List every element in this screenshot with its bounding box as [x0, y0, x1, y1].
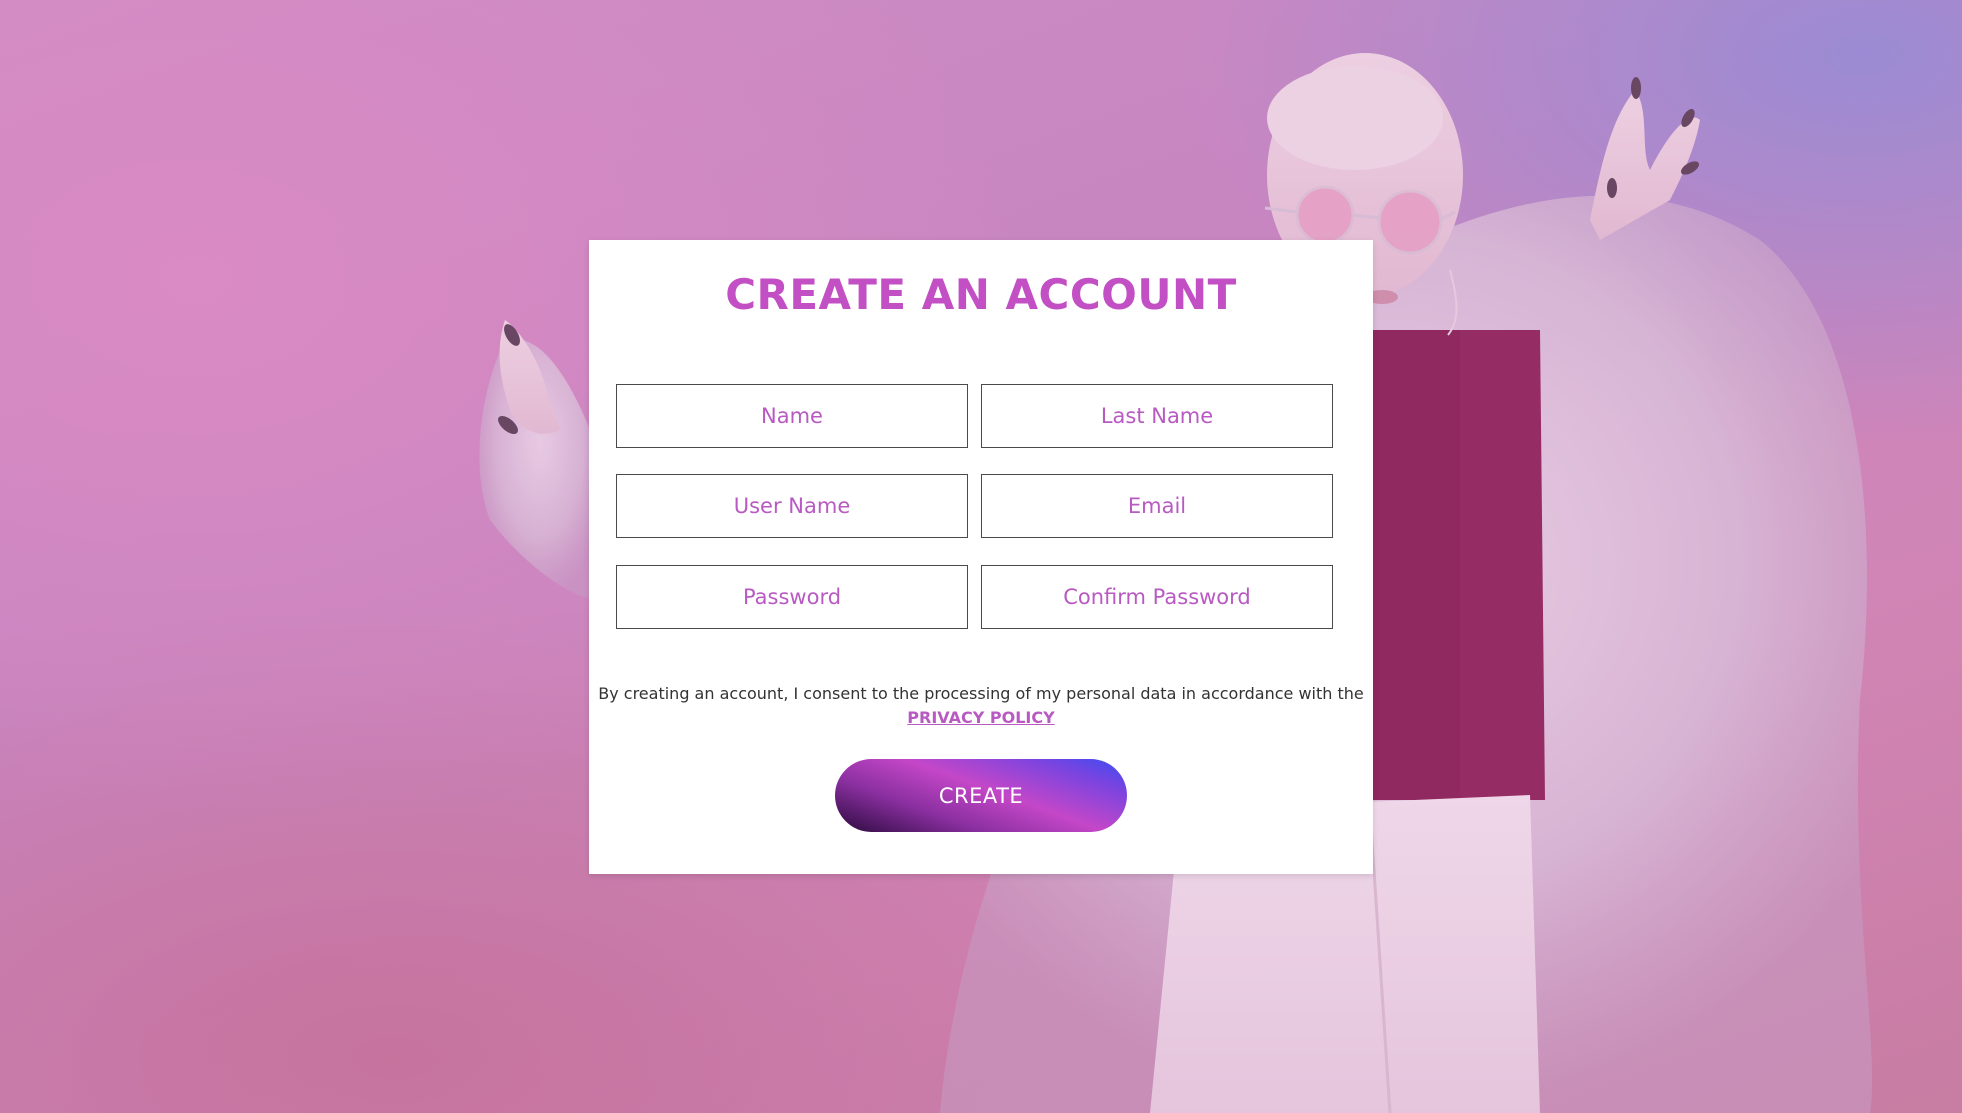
- name-input[interactable]: [616, 384, 968, 448]
- page-title: CREATE AN ACCOUNT: [725, 270, 1237, 319]
- consent-text: By creating an account, I consent to the…: [598, 684, 1364, 703]
- password-input[interactable]: [616, 565, 968, 629]
- user-name-input[interactable]: [616, 474, 968, 538]
- privacy-policy-link[interactable]: PRIVACY POLICY: [907, 706, 1054, 730]
- signup-card: CREATE AN ACCOUNT By creating an account…: [589, 240, 1373, 874]
- consent-notice: By creating an account, I consent to the…: [589, 682, 1373, 730]
- confirm-password-input[interactable]: [981, 565, 1333, 629]
- create-button[interactable]: CREATE: [835, 759, 1127, 832]
- email-input[interactable]: [981, 474, 1333, 538]
- last-name-input[interactable]: [981, 384, 1333, 448]
